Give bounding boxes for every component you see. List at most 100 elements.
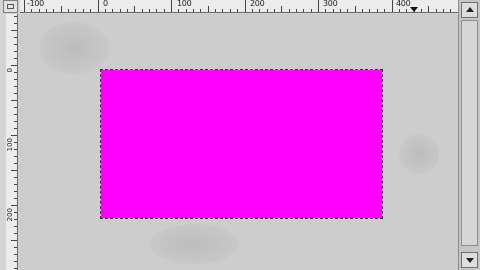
ruler-v-tick bbox=[14, 163, 17, 164]
ruler-v-tick bbox=[14, 51, 17, 52]
scroll-thumb[interactable] bbox=[461, 20, 478, 246]
ruler-h-tick bbox=[90, 9, 92, 12]
ruler-h-label: 200 bbox=[250, 0, 265, 8]
ruler-h-tick bbox=[318, 0, 319, 12]
ruler-v-tick bbox=[14, 184, 17, 185]
ruler-v-label: 0 bbox=[6, 68, 14, 73]
image-editor-window: -100 0 100 200 300 400 0 100 200 bbox=[0, 0, 480, 270]
ruler-v-tick bbox=[14, 212, 17, 213]
ruler-h-tick bbox=[141, 9, 143, 12]
ruler-h-tick bbox=[82, 9, 84, 12]
ruler-h-tick bbox=[60, 6, 62, 12]
ruler-h-tick bbox=[450, 9, 452, 12]
ruler-h-tick bbox=[215, 9, 217, 12]
ruler-v-tick bbox=[11, 170, 17, 171]
ruler-h-tick bbox=[185, 9, 187, 12]
ruler-h-tick bbox=[295, 9, 297, 12]
ruler-h-tick bbox=[68, 9, 70, 12]
ruler-h-label: 100 bbox=[177, 0, 192, 8]
ruler-h-tick bbox=[347, 9, 349, 12]
ruler-h-tick bbox=[237, 9, 239, 12]
canvas-area[interactable] bbox=[19, 14, 458, 270]
ruler-h-tick bbox=[288, 9, 290, 12]
ruler-v-tick bbox=[14, 233, 17, 234]
horizontal-ruler[interactable]: -100 0 100 200 300 400 bbox=[20, 0, 458, 13]
ruler-v-tick bbox=[11, 65, 17, 66]
arrow-up-icon[interactable] bbox=[461, 2, 478, 18]
ruler-h-tick bbox=[171, 0, 172, 12]
ruler-v-tick bbox=[14, 72, 17, 73]
ruler-v-tick bbox=[14, 156, 17, 157]
ruler-v-tick bbox=[14, 268, 17, 269]
view-menu-icon[interactable] bbox=[3, 0, 18, 13]
ruler-v-tick bbox=[14, 149, 17, 150]
ruler-v-tick bbox=[14, 177, 17, 178]
ruler-h-tick bbox=[340, 9, 342, 12]
ruler-h-tick bbox=[156, 9, 158, 12]
ruler-v-tick bbox=[14, 44, 17, 45]
ruler-h-tick bbox=[391, 0, 393, 12]
ruler-v-tick bbox=[14, 79, 17, 80]
ruler-h-tick bbox=[193, 9, 195, 12]
ruler-v-label: 200 bbox=[6, 208, 14, 222]
ruler-v-tick bbox=[11, 100, 17, 101]
ruler-h-tick bbox=[163, 9, 165, 12]
ruler-v-tick bbox=[11, 205, 17, 206]
background-smudge bbox=[39, 22, 109, 74]
ruler-v-tick bbox=[11, 30, 17, 31]
ruler-h-tick bbox=[112, 9, 114, 12]
arrow-down-icon[interactable] bbox=[461, 252, 478, 268]
ruler-h-tick bbox=[332, 9, 334, 12]
ruler-v-tick bbox=[14, 142, 17, 143]
ruler-h-tick bbox=[97, 0, 99, 12]
vertical-scrollbar[interactable] bbox=[458, 0, 480, 270]
ruler-h-tick bbox=[266, 9, 268, 12]
ruler-h-tick bbox=[398, 9, 400, 12]
ruler-h-tick bbox=[362, 9, 364, 12]
ruler-h-tick bbox=[251, 9, 253, 12]
ruler-h-tick bbox=[46, 9, 48, 12]
ruler-h-label: 300 bbox=[323, 0, 338, 8]
ruler-h-tick bbox=[134, 6, 136, 12]
pointer-triangle-icon bbox=[410, 7, 418, 12]
image-canvas-selection[interactable] bbox=[100, 69, 383, 219]
ruler-v-tick bbox=[14, 58, 17, 59]
ruler-h-tick bbox=[126, 9, 128, 12]
ruler-h-tick bbox=[428, 6, 430, 12]
ruler-v-tick bbox=[14, 198, 17, 199]
ruler-h-tick bbox=[435, 9, 437, 12]
ruler-v-tick bbox=[11, 135, 17, 136]
ruler-h-tick bbox=[259, 9, 261, 12]
ruler-h-tick bbox=[325, 9, 327, 12]
ruler-h-tick bbox=[207, 6, 209, 12]
ruler-h-tick bbox=[244, 0, 246, 12]
ruler-h-tick bbox=[303, 9, 305, 12]
ruler-v-tick bbox=[14, 226, 17, 227]
ruler-h-tick bbox=[38, 9, 40, 12]
ruler-h-tick bbox=[148, 9, 150, 12]
ruler-h-tick bbox=[273, 9, 275, 12]
ruler-h-label: -100 bbox=[27, 0, 44, 8]
ruler-v-tick bbox=[14, 16, 17, 17]
ruler-h-tick bbox=[420, 9, 422, 12]
ruler-v-tick bbox=[14, 93, 17, 94]
ruler-h-tick bbox=[24, 0, 25, 12]
ruler-v-tick bbox=[14, 261, 17, 262]
ruler-h-tick bbox=[310, 9, 312, 12]
ruler-v-tick bbox=[14, 191, 17, 192]
ruler-v-tick bbox=[14, 247, 17, 248]
ruler-v-tick bbox=[14, 107, 17, 108]
ruler-v-tick bbox=[14, 23, 17, 24]
ruler-v-tick bbox=[14, 254, 17, 255]
ruler-v-tick bbox=[14, 121, 17, 122]
vertical-ruler[interactable]: 0 100 200 bbox=[6, 14, 18, 270]
background-smudge bbox=[399, 134, 439, 174]
ruler-h-tick bbox=[281, 6, 283, 12]
ruler-h-label: 400 bbox=[396, 0, 411, 8]
ruler-v-tick bbox=[14, 37, 17, 38]
ruler-v-tick bbox=[14, 86, 17, 87]
ruler-v-tick bbox=[14, 219, 17, 220]
ruler-h-tick bbox=[229, 9, 231, 12]
ruler-h-tick bbox=[369, 9, 371, 12]
ruler-h-tick bbox=[376, 9, 378, 12]
